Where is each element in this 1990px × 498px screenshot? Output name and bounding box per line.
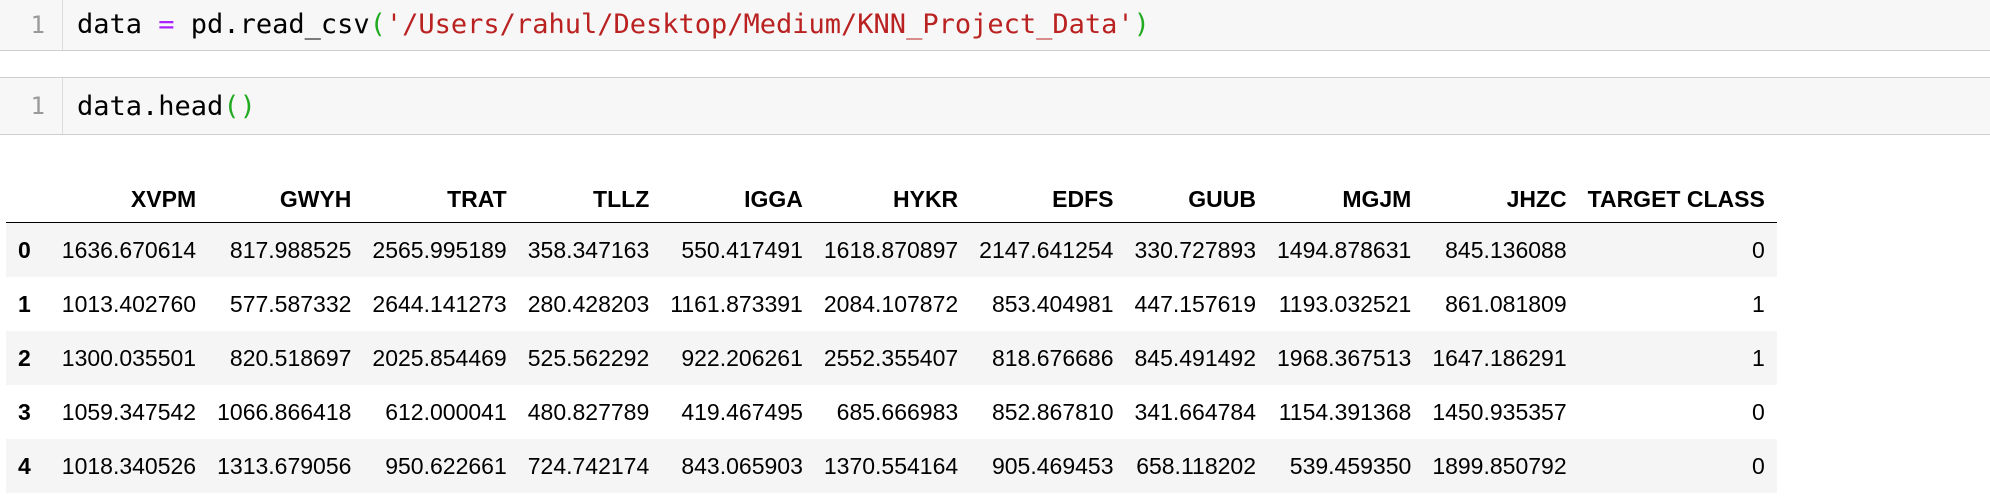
table-cell: 480.827789 (527, 398, 650, 425)
table-cell: 1 (1752, 290, 1765, 317)
table-cell: 818.676686 (991, 344, 1114, 371)
table-cell: 724.742174 (527, 452, 650, 479)
table-cell: 1066.866418 (217, 398, 352, 425)
table-cell: 0 (1752, 452, 1765, 479)
code-token-operator: = (158, 9, 175, 40)
table-cell: 2552.355407 (823, 344, 959, 371)
table-cell: 2565.995189 (372, 236, 507, 263)
table-cell: 358.347163 (527, 236, 650, 263)
column-header: MGJM (1256, 176, 1412, 223)
code-cell-read-csv[interactable]: 1 data = pd.read_csv('/Users/rahul/Deskt… (0, 0, 1990, 51)
table-cell: 1059.347542 (61, 398, 197, 425)
code-token-string: '/Users/rahul/Desktop/Medium/KNN_Project… (385, 9, 1134, 40)
line-number: 1 (0, 0, 63, 50)
table-cell: 843.065903 (681, 452, 803, 479)
row-index: 0 (18, 236, 31, 263)
code-token-parens: () (223, 90, 256, 122)
column-header: HYKR (802, 176, 959, 223)
dataframe-table: XVPM GWYH TRAT TLLZ IGGA HYKR EDFS GUUB … (6, 176, 1777, 493)
table-cell: 612.000041 (385, 398, 507, 425)
table-cell: 447.157619 (1134, 290, 1256, 317)
code-token-call: data.head (77, 90, 224, 122)
table-cell: 852.867810 (991, 398, 1114, 425)
table-cell: 550.417491 (681, 236, 803, 263)
table-cell: 539.459350 (1289, 452, 1412, 479)
line-number: 1 (0, 78, 63, 134)
code-token-call: pd.read_csv (174, 9, 370, 40)
table-cell: 1313.679056 (217, 452, 352, 479)
table-cell: 525.562292 (527, 344, 650, 371)
table-cell: 1899.850792 (1432, 452, 1567, 479)
table-cell: 950.622661 (385, 452, 507, 479)
table-cell: 2147.641254 (979, 236, 1114, 263)
table-cell: 280.428203 (527, 290, 650, 317)
table-row: 0 1636.670614 817.988525 2565.995189 358… (6, 222, 1777, 277)
table-cell: 1193.032521 (1278, 290, 1412, 317)
table-cell: 1013.402760 (61, 290, 197, 317)
table-cell: 2084.107872 (823, 290, 959, 317)
column-header: GUUB (1113, 176, 1256, 223)
code-cell-head[interactable]: 1 data.head() (0, 77, 1990, 135)
column-header: EDFS (958, 176, 1114, 223)
table-cell: 1618.870897 (823, 236, 959, 263)
code-editor[interactable]: data = pd.read_csv('/Users/rahul/Desktop… (77, 0, 1150, 50)
code-token-variable: data (77, 9, 159, 40)
table-row: 2 1300.035501 820.518697 2025.854469 525… (6, 331, 1777, 385)
table-cell: 853.404981 (991, 290, 1114, 317)
table-cell: 658.118202 (1136, 452, 1256, 479)
row-index: 2 (18, 344, 31, 371)
table-cell: 817.988525 (229, 236, 352, 263)
table-cell: 0 (1752, 398, 1765, 425)
table-cell: 1636.670614 (61, 236, 197, 263)
table-cell: 1647.186291 (1432, 344, 1567, 371)
column-header: TLLZ (506, 176, 650, 223)
row-index: 3 (18, 398, 31, 425)
table-cell: 2025.854469 (372, 344, 507, 371)
code-token-paren-close: ) (1133, 9, 1150, 40)
table-cell: 922.206261 (681, 344, 803, 371)
column-header: IGGA (649, 176, 803, 223)
table-cell: 845.491492 (1134, 344, 1256, 371)
table-cell: 1450.935357 (1432, 398, 1567, 425)
code-editor[interactable]: data.head() (77, 78, 256, 134)
table-cell: 1494.878631 (1277, 236, 1412, 263)
table-cell: 685.666983 (836, 398, 959, 425)
table-cell: 1 (1752, 344, 1765, 371)
column-header: JHZC (1411, 176, 1567, 223)
table-cell: 1300.035501 (61, 344, 197, 371)
table-cell: 1370.554164 (823, 452, 959, 479)
row-index: 4 (18, 452, 31, 479)
index-header (6, 176, 41, 223)
cell-output: XVPM GWYH TRAT TLLZ IGGA HYKR EDFS GUUB … (6, 176, 1777, 493)
table-row: 4 1018.340526 1313.679056 950.622661 724… (6, 439, 1777, 493)
table-cell: 1968.367513 (1277, 344, 1412, 371)
table-cell: 330.727893 (1134, 236, 1256, 263)
column-header: TRAT (351, 176, 507, 223)
table-cell: 419.467495 (681, 398, 803, 425)
table-cell: 1161.873391 (670, 290, 803, 317)
table-cell: 341.664784 (1134, 398, 1256, 425)
table-cell: 820.518697 (229, 344, 352, 371)
table-cell: 1018.340526 (61, 452, 197, 479)
table-cell: 905.469453 (991, 452, 1114, 479)
column-header: TARGET CLASS (1566, 176, 1777, 223)
table-cell: 1154.391368 (1278, 398, 1412, 425)
row-index: 1 (18, 290, 31, 317)
table-row: 1 1013.402760 577.587332 2644.141273 280… (6, 277, 1777, 331)
table-header-row: XVPM GWYH TRAT TLLZ IGGA HYKR EDFS GUUB … (6, 176, 1777, 223)
table-cell: 577.587332 (229, 290, 352, 317)
table-cell: 0 (1752, 236, 1765, 263)
table-row: 3 1059.347542 1066.866418 612.000041 480… (6, 385, 1777, 439)
table-cell: 845.136088 (1445, 236, 1567, 263)
column-header: GWYH (196, 176, 352, 223)
table-cell: 2644.141273 (372, 290, 507, 317)
code-token-paren-open: ( (369, 9, 386, 40)
column-header: XVPM (40, 176, 197, 223)
table-cell: 861.081809 (1445, 290, 1567, 317)
